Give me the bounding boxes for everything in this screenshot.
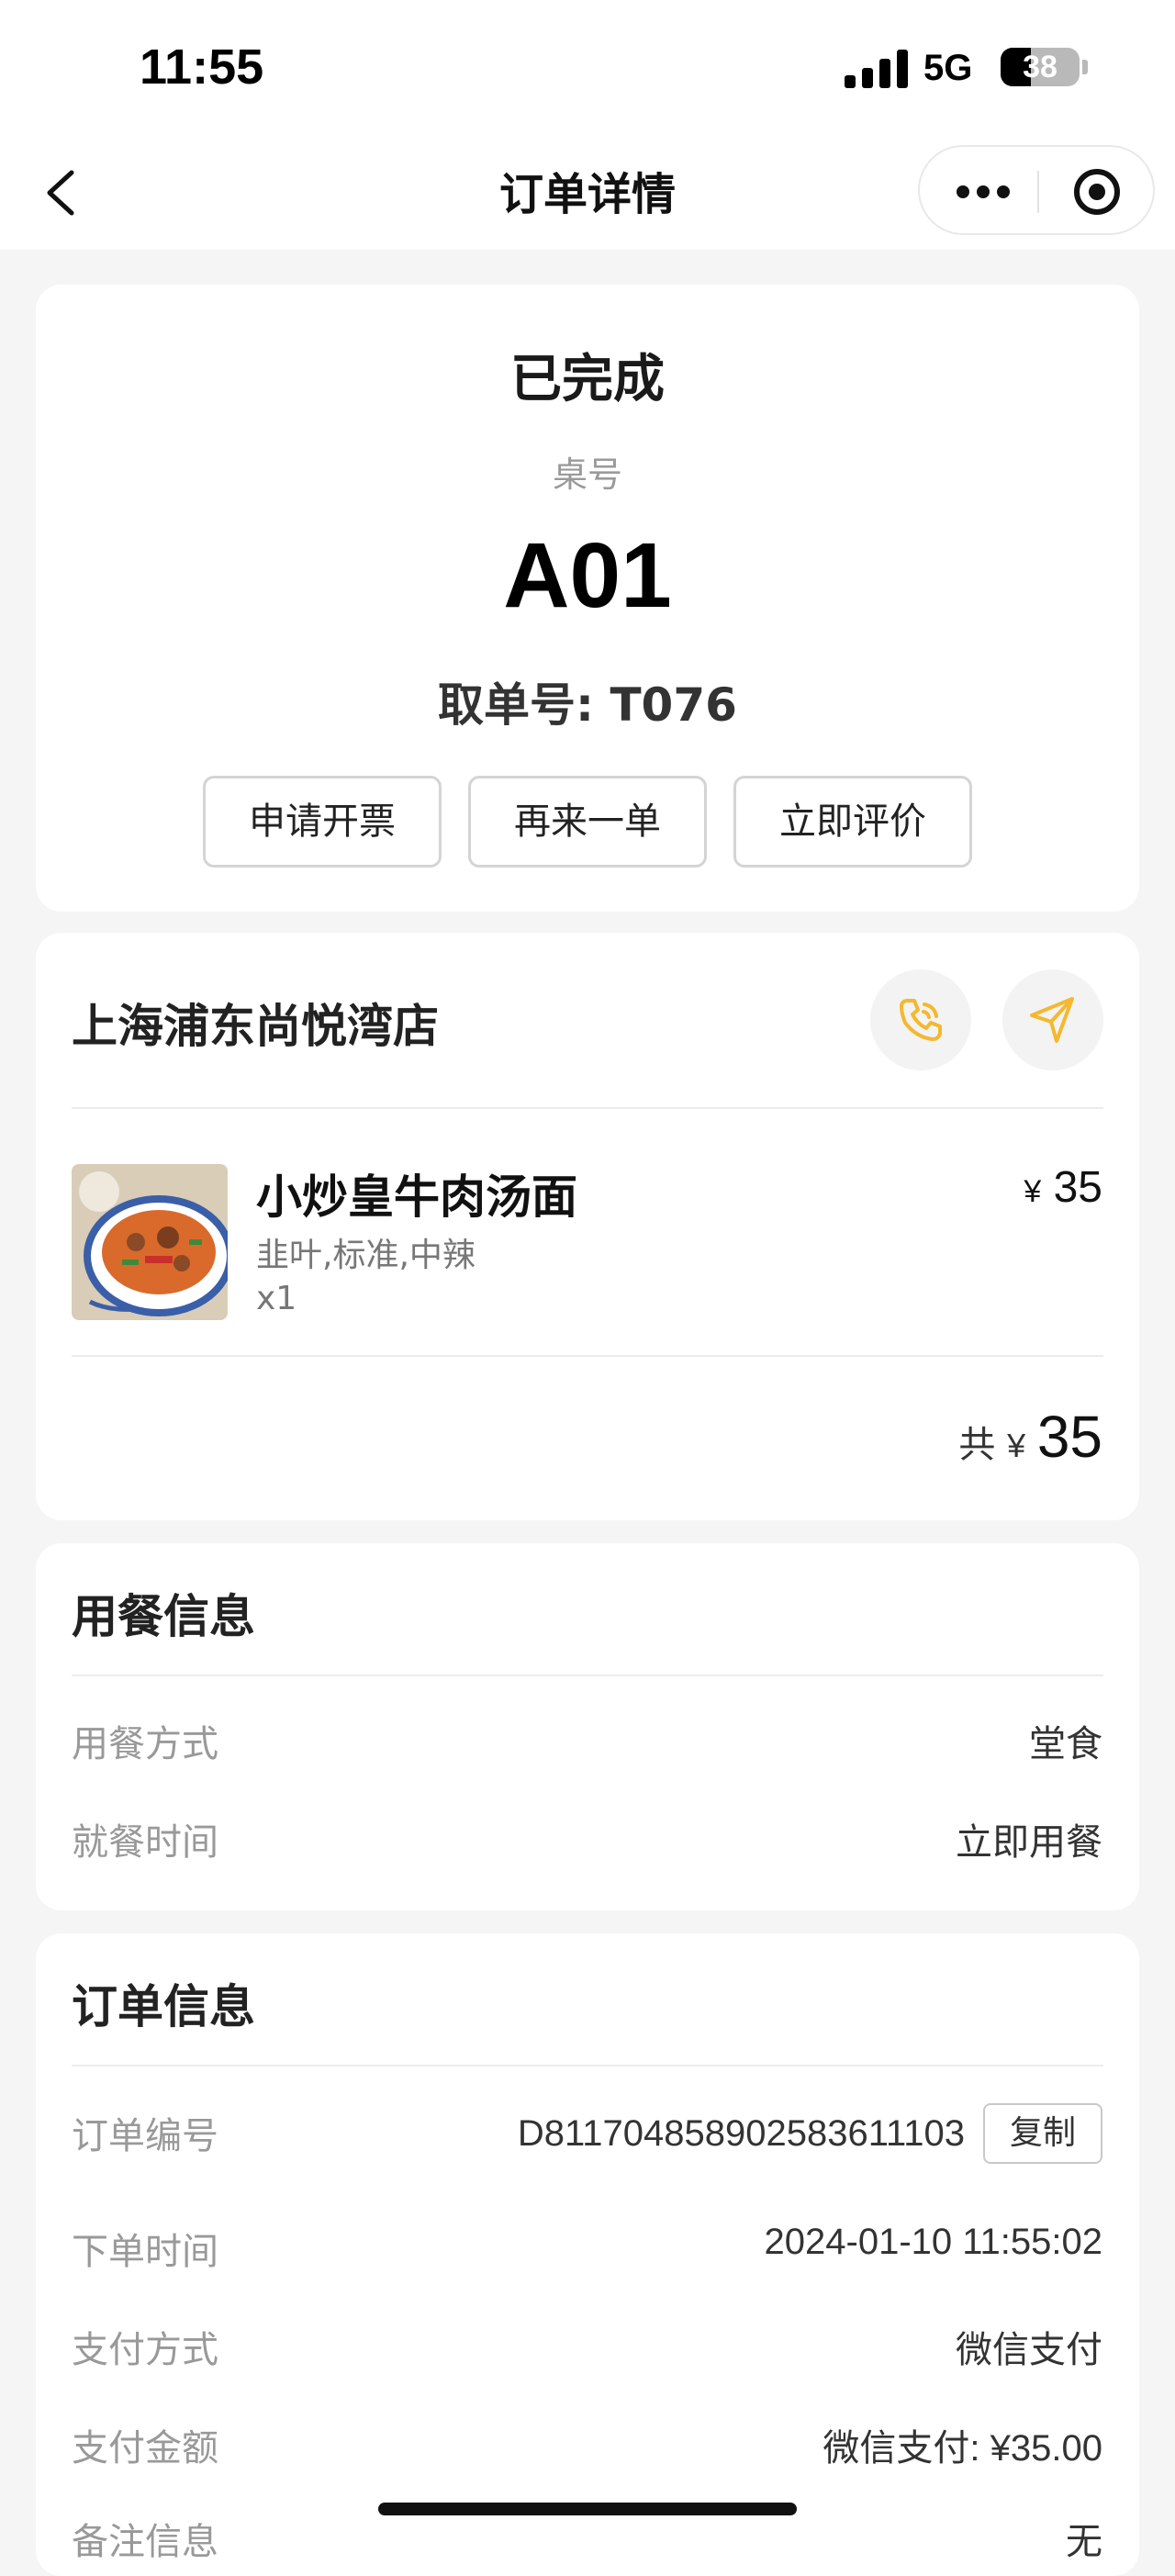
dining-info-card: 用餐信息 用餐方式 堂食 就餐时间 立即用餐 — [36, 1543, 1139, 1910]
battery-tip — [1082, 60, 1088, 74]
dining-method-value: 堂食 — [1029, 1724, 1102, 1764]
dining-time-value: 立即用餐 — [956, 1822, 1102, 1863]
divider — [72, 2065, 1103, 2066]
capsule-divider — [1037, 171, 1039, 213]
battery-percent: 38 — [1023, 50, 1058, 84]
currency-symbol: ¥ — [1024, 1174, 1042, 1209]
signal-icon — [845, 46, 909, 88]
dish-name: 小炒皇牛肉汤面 — [256, 1170, 577, 1224]
nav-bar: 订单详情 — [0, 138, 1175, 250]
order-time-value: 2024-01-10 11:55:02 — [764, 2222, 1102, 2262]
more-dot-icon — [977, 185, 990, 198]
pickup-number: 取单号: T076 — [438, 678, 737, 732]
close-miniprogram-button[interactable] — [1056, 165, 1138, 218]
currency-symbol: ¥ — [1007, 1427, 1026, 1464]
divider — [72, 1355, 1103, 1357]
call-store-button[interactable] — [870, 969, 971, 1070]
table-label: 桌号 — [552, 454, 622, 495]
mini-program-capsule — [918, 145, 1155, 235]
more-dot-icon — [997, 185, 1010, 198]
network-type: 5G — [923, 48, 973, 88]
dining-time-label: 就餐时间 — [72, 1821, 218, 1864]
navigation-arrow-icon — [1030, 997, 1074, 1043]
remark-label: 备注信息 — [72, 2521, 218, 2563]
more-button[interactable] — [938, 165, 1026, 218]
order-number-label: 订单编号 — [72, 2115, 218, 2157]
remark-value: 无 — [1066, 2522, 1102, 2562]
dish-spec: 韭叶,标准,中辣 — [256, 1237, 476, 1274]
payment-amount-value: 微信支付: ¥35.00 — [822, 2428, 1102, 2469]
section-title: 用餐信息 — [72, 1590, 255, 1643]
copy-button[interactable]: 复制 — [983, 2103, 1102, 2164]
more-dot-icon — [957, 185, 969, 198]
dish-image — [72, 1164, 228, 1320]
home-indicator[interactable] — [378, 2503, 797, 2515]
order-total: 共 ¥ 35 — [958, 1403, 1102, 1471]
phone-icon — [900, 999, 942, 1041]
battery-icon: 38 — [1001, 48, 1080, 86]
review-button[interactable]: 立即评价 — [733, 776, 972, 868]
dining-method-label: 用餐方式 — [72, 1723, 218, 1765]
payment-method-value: 微信支付 — [956, 2330, 1102, 2370]
action-buttons: 申请开票 再来一单 立即评价 — [203, 776, 974, 868]
dish-quantity: x1 — [256, 1280, 297, 1317]
status-bar: 11:55 5G 38 — [0, 0, 1175, 138]
dish-price: ¥ 35 — [1024, 1162, 1102, 1213]
total-label: 共 — [958, 1424, 996, 1466]
order-status-card: 已完成 桌号 A01 取单号: T076 申请开票 再来一单 立即评价 — [36, 285, 1139, 912]
order-info-card: 订单信息 订单编号 D811704858902583611103 复制 下单时间… — [36, 1933, 1139, 2576]
order-number-value: D811704858902583611103 — [517, 2113, 965, 2154]
divider — [72, 1107, 1103, 1109]
section-title: 订单信息 — [72, 1980, 255, 2033]
store-name: 上海浦东尚悦湾店 — [72, 1000, 439, 1053]
status-time: 11:55 — [140, 39, 264, 95]
order-time-label: 下单时间 — [72, 2231, 218, 2273]
payment-amount-label: 支付金额 — [72, 2427, 218, 2470]
total-amount: 35 — [1036, 1404, 1102, 1470]
navigate-store-button[interactable] — [1002, 969, 1103, 1070]
order-status: 已完成 — [510, 350, 665, 409]
reorder-button[interactable]: 再来一单 — [468, 776, 707, 868]
divider — [72, 1674, 1103, 1676]
invoice-button[interactable]: 申请开票 — [203, 776, 442, 868]
dish-price-value: 35 — [1053, 1163, 1102, 1212]
table-number: A01 — [503, 524, 672, 627]
payment-method-label: 支付方式 — [72, 2329, 218, 2371]
store-card: 上海浦东尚悦湾店 小炒皇牛肉汤面 韭叶,标准,中辣 x1 ¥ 35 共 ¥ 35 — [36, 933, 1139, 1520]
